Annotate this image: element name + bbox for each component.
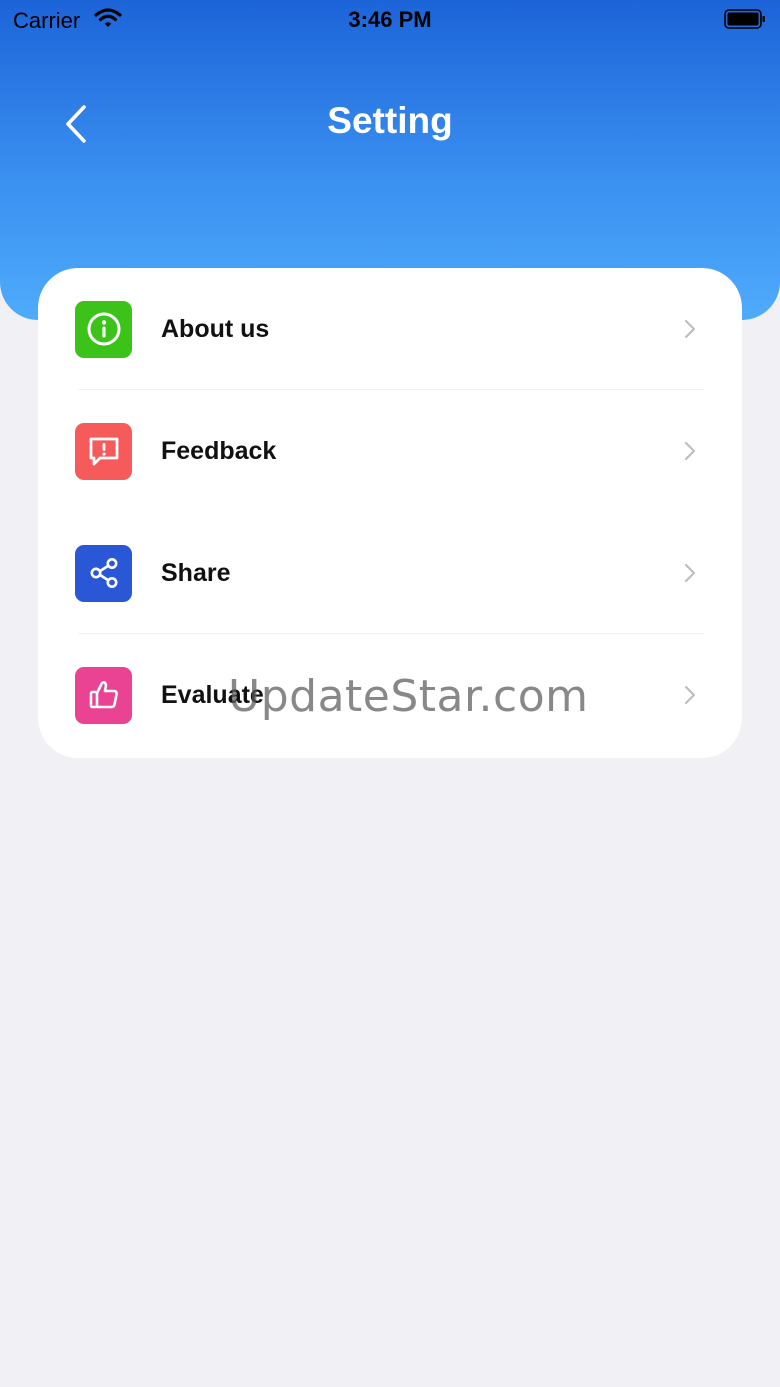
menu-item-label: Evaluate xyxy=(161,680,264,709)
battery-icon xyxy=(724,9,766,29)
menu-item-share[interactable]: Share xyxy=(38,512,742,634)
menu-item-feedback[interactable]: Feedback xyxy=(38,390,742,512)
chevron-right-icon xyxy=(684,319,696,339)
settings-card: About us Feedback Share Evaluate xyxy=(38,268,742,758)
menu-item-evaluate[interactable]: Evaluate xyxy=(38,634,742,756)
page-title: Setting xyxy=(327,100,453,141)
menu-item-about-us[interactable]: About us xyxy=(38,268,742,390)
status-bar: Carrier 3:46 PM xyxy=(0,0,780,40)
info-icon xyxy=(87,312,120,346)
menu-item-label: Feedback xyxy=(161,436,277,465)
about-us-icon-box xyxy=(75,300,132,358)
chevron-right-icon xyxy=(684,563,696,583)
thumbs-up-icon xyxy=(89,681,118,709)
feedback-icon xyxy=(89,437,118,466)
share-icon xyxy=(90,558,117,588)
chevron-right-icon xyxy=(684,441,696,461)
menu-item-label: About us xyxy=(161,314,270,343)
menu-item-label: Share xyxy=(161,558,231,587)
chevron-right-icon xyxy=(684,685,696,705)
status-time: 3:46 PM xyxy=(348,7,432,32)
evaluate-icon-box xyxy=(75,666,132,724)
feedback-icon-box xyxy=(75,422,132,480)
share-icon-box xyxy=(75,544,132,602)
